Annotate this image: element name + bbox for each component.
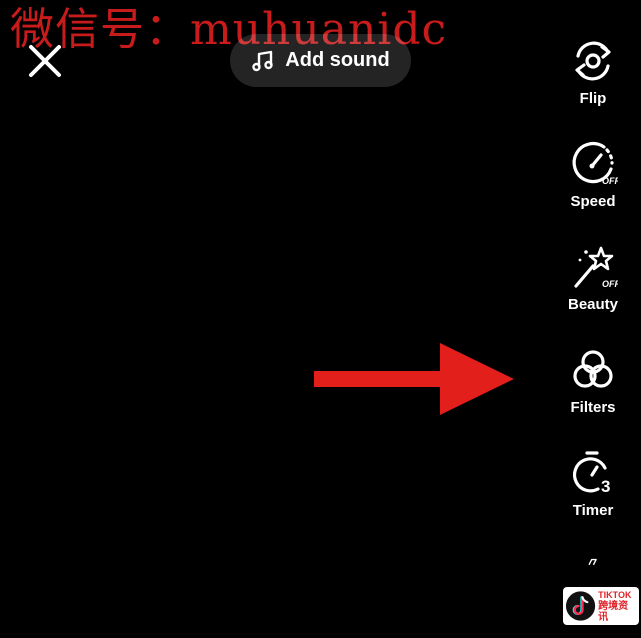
tool-speed-label: Speed <box>570 193 616 210</box>
beauty-off-badge: OFF <box>602 279 618 289</box>
beauty-wand-icon: OFF <box>574 246 618 289</box>
add-sound-button[interactable]: Add sound <box>230 34 411 87</box>
speed-off-badge: OFF <box>602 176 618 186</box>
filters-icon <box>573 350 613 388</box>
logo-line-2: 跨境资讯 <box>598 600 629 623</box>
tool-timer-label: Timer <box>572 502 614 519</box>
timer-seconds-badge: 3 <box>601 477 610 496</box>
tiktok-logo-icon <box>565 591 596 621</box>
close-icon <box>29 45 61 77</box>
music-note-icon <box>252 50 273 71</box>
camera-tools-rail: Flip OFF Speed OFF Beauty Filters <box>545 0 641 638</box>
tool-filters[interactable]: Filters <box>545 345 641 416</box>
tool-more-partial[interactable] <box>545 556 641 578</box>
red-arrow-annotation <box>314 343 514 415</box>
tool-flip-label: Flip <box>579 90 607 107</box>
more-tool-icon-partial <box>588 558 597 566</box>
speed-icon: OFF <box>572 142 618 186</box>
tool-beauty-label: Beauty <box>567 296 619 313</box>
tool-timer[interactable]: 3 Timer <box>545 448 641 519</box>
timer-icon: 3 <box>572 451 610 496</box>
logo-line-1: TIKTOK <box>598 589 632 600</box>
tool-speed[interactable]: OFF Speed <box>545 139 641 210</box>
tool-beauty[interactable]: OFF Beauty <box>545 242 641 313</box>
add-sound-label: Add sound <box>285 49 390 71</box>
tiktok-news-logo: TIKTOK 跨境资讯 <box>563 587 639 625</box>
tool-filters-label: Filters <box>570 399 616 416</box>
tool-flip[interactable]: Flip <box>545 36 641 107</box>
flip-camera-icon <box>575 41 611 81</box>
close-button[interactable] <box>26 42 64 80</box>
